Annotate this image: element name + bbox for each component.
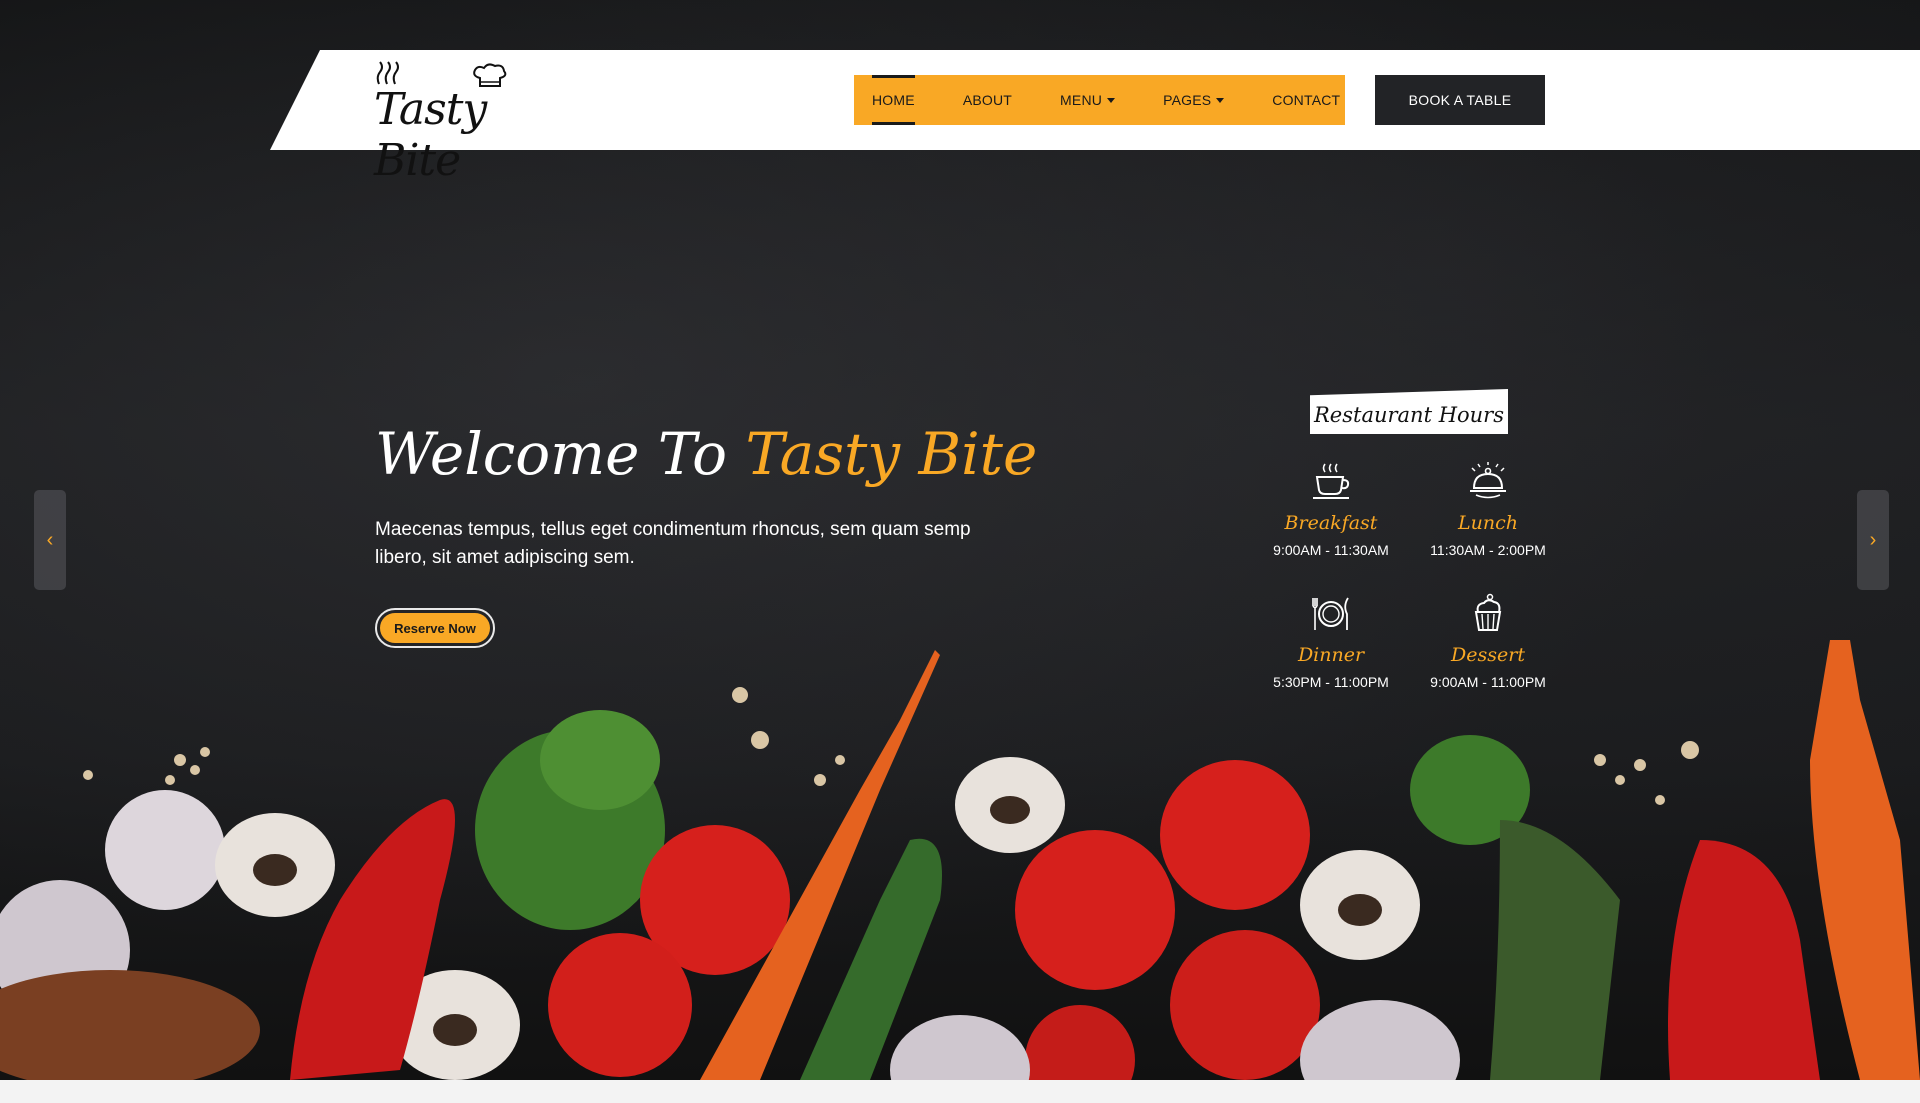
- nav-home-label: HOME: [872, 92, 915, 108]
- hours-dessert: Dessert 9:00AM - 11:00PM: [1413, 592, 1563, 690]
- nav-pages-label: PAGES: [1163, 92, 1212, 108]
- hours-dessert-time: 9:00AM - 11:00PM: [1430, 674, 1546, 690]
- hero-title-brand: Tasty Bite: [745, 420, 1038, 488]
- hours-breakfast-time: 9:00AM - 11:30AM: [1273, 542, 1389, 558]
- nav-pages[interactable]: PAGES: [1163, 75, 1225, 125]
- main-nav: HOME ABOUT MENU PAGES CONTACT: [854, 75, 1345, 125]
- slider-next-button[interactable]: ›: [1857, 490, 1889, 590]
- hours-dinner-name: Dinner: [1297, 644, 1365, 666]
- steam-icon: [376, 61, 399, 85]
- plate-cutlery-icon: [1312, 597, 1349, 630]
- reserve-now-button[interactable]: Reserve Now: [380, 613, 490, 643]
- serving-dish-icon: [1470, 462, 1506, 499]
- nav-menu-label: MENU: [1060, 92, 1103, 108]
- hero-title: Welcome To Tasty Bite: [375, 420, 1037, 488]
- reserve-button-outline: Reserve Now: [375, 608, 495, 648]
- caret-down-icon: [1216, 97, 1225, 103]
- coffee-cup-icon: [1313, 463, 1350, 499]
- hours-dessert-name: Dessert: [1451, 644, 1525, 666]
- hours-dinner-time: 5:30PM - 11:00PM: [1273, 674, 1389, 690]
- nav-about[interactable]: ABOUT: [963, 75, 1012, 125]
- hours-lunch: Lunch 11:30AM - 2:00PM: [1413, 460, 1563, 558]
- nav-contact[interactable]: CONTACT: [1272, 75, 1340, 125]
- chevron-left-icon: ‹: [46, 528, 54, 551]
- bottom-strip: [0, 1080, 1920, 1103]
- logo-text: Tasty Bite: [374, 84, 487, 186]
- nav-menu[interactable]: MENU: [1060, 75, 1116, 125]
- hours-dinner: Dinner 5:30PM - 11:00PM: [1256, 592, 1406, 690]
- hours-breakfast-name: Breakfast: [1284, 512, 1378, 534]
- book-table-button[interactable]: BOOK A TABLE: [1375, 75, 1545, 125]
- hero-description: Maecenas tempus, tellus eget condimentum…: [375, 519, 971, 568]
- nav-about-label: ABOUT: [962, 92, 1013, 108]
- nav-contact-label: CONTACT: [1272, 92, 1341, 108]
- hours-title: Restaurant Hours: [1310, 389, 1508, 434]
- nav-home[interactable]: HOME: [872, 75, 915, 125]
- logo[interactable]: Tasty Bite: [374, 60, 564, 186]
- hours-lunch-time: 11:30AM - 2:00PM: [1430, 542, 1546, 558]
- chevron-right-icon: ›: [1869, 528, 1877, 551]
- cupcake-icon: [1474, 593, 1502, 631]
- vegetables-image: [0, 640, 1920, 1080]
- slider-prev-button[interactable]: ‹: [34, 490, 66, 590]
- hours-breakfast: Breakfast 9:00AM - 11:30AM: [1256, 460, 1406, 558]
- hero-title-prefix: Welcome To: [375, 420, 728, 488]
- hours-lunch-name: Lunch: [1458, 512, 1518, 534]
- caret-down-icon: [1107, 97, 1116, 103]
